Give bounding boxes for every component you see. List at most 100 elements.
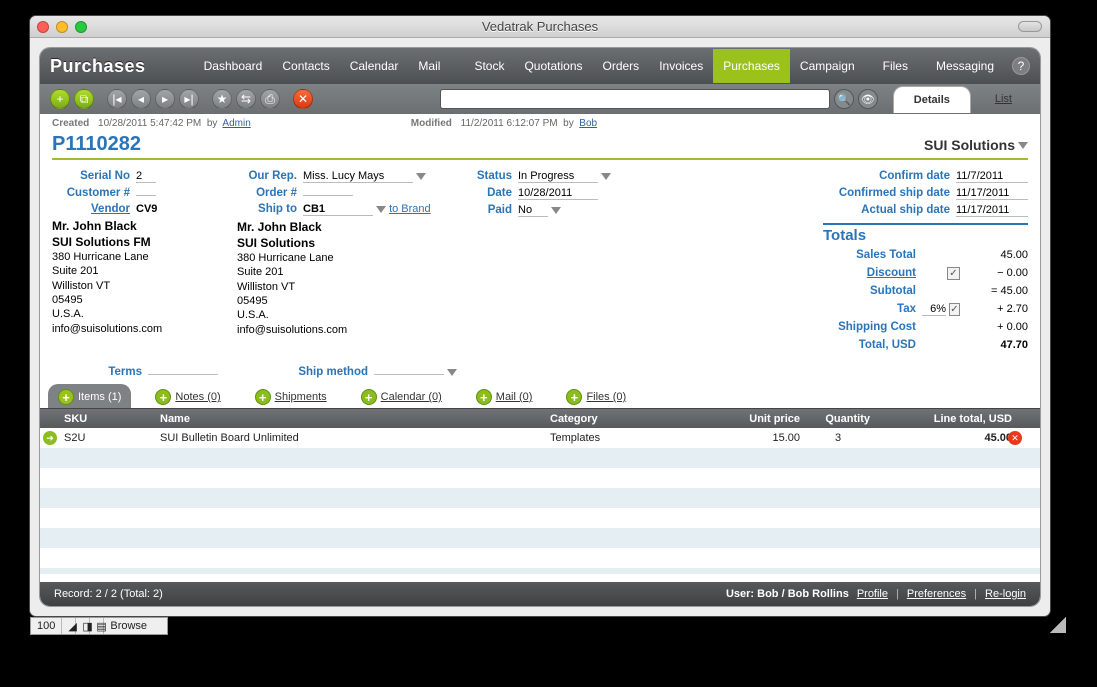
company-name[interactable]: SUI Solutions xyxy=(924,137,1028,153)
chevron-down-icon[interactable] xyxy=(447,369,457,376)
plus-icon[interactable]: + xyxy=(361,389,377,405)
confirm-date-field[interactable]: 11/7/2011 xyxy=(956,170,1028,183)
plus-icon[interactable]: + xyxy=(58,389,74,405)
customer-field[interactable] xyxy=(136,195,156,196)
first-record-button[interactable]: |◂ xyxy=(107,89,127,109)
layout-icon-3[interactable]: ▤ xyxy=(90,618,104,634)
layout-icon-2[interactable]: ◨ xyxy=(76,618,90,634)
chevron-down-icon[interactable] xyxy=(376,206,386,213)
col-category[interactable]: Category xyxy=(550,413,700,425)
rep-field[interactable]: Miss. Lucy Mays xyxy=(303,170,413,183)
delete-row-icon[interactable]: ✕ xyxy=(1008,431,1022,445)
col-name[interactable]: Name xyxy=(160,413,550,425)
order-label: Order # xyxy=(237,187,297,199)
created-value: 10/28/2011 5:47:42 PM xyxy=(98,118,201,129)
module-name: Purchases xyxy=(50,56,146,77)
tab-list[interactable]: List xyxy=(995,93,1012,105)
nav-files[interactable]: Files xyxy=(873,49,918,83)
chevron-down-icon[interactable] xyxy=(1018,142,1028,149)
to-brand-link[interactable]: to Brand xyxy=(389,203,431,215)
table-row xyxy=(40,548,1040,568)
tax-checkbox[interactable]: ✓ xyxy=(949,303,960,316)
nav-quotations[interactable]: Quotations xyxy=(514,49,592,83)
search-input[interactable] xyxy=(440,89,830,109)
last-record-button[interactable]: ▸| xyxy=(179,89,199,109)
paid-field[interactable]: No xyxy=(518,204,548,217)
vendor-link[interactable]: Vendor xyxy=(91,203,130,215)
open-row-icon[interactable]: ➔ xyxy=(43,431,57,445)
status-field[interactable]: In Progress xyxy=(518,170,598,183)
favorite-button[interactable]: ★ xyxy=(212,89,232,109)
prefs-link[interactable]: Preferences xyxy=(907,588,966,600)
subtab-shipments[interactable]: +Shipments xyxy=(245,384,337,408)
nav-campaign[interactable]: Campaign xyxy=(790,49,865,83)
subtab-mail[interactable]: +Mail (0) xyxy=(466,384,543,408)
search-icon[interactable]: 🔍 xyxy=(834,89,854,109)
discount-link[interactable]: Discount xyxy=(867,267,916,279)
items-grid: SKU Name Category Unit price Quantity Li… xyxy=(40,408,1040,574)
serial-field[interactable]: 2 xyxy=(136,170,156,183)
plus-icon[interactable]: + xyxy=(566,389,582,405)
duplicate-button[interactable]: ⧉ xyxy=(74,89,94,109)
nav-dashboard[interactable]: Dashboard xyxy=(194,49,273,83)
table-row xyxy=(40,528,1040,548)
order-field[interactable] xyxy=(303,195,353,196)
created-by-link[interactable]: Admin xyxy=(222,118,250,129)
confirmed-ship-field[interactable]: 11/17/2011 xyxy=(956,187,1028,200)
rep-label: Our Rep. xyxy=(237,170,297,182)
layout-icon-1[interactable]: ◢ xyxy=(62,618,76,634)
nav-stock[interactable]: Stock xyxy=(464,49,514,83)
new-record-button[interactable]: + xyxy=(50,89,70,109)
terms-field[interactable] xyxy=(148,374,218,375)
tax-value: + 2.70 xyxy=(966,303,1028,315)
subtab-notes[interactable]: +Notes (0) xyxy=(145,384,230,408)
plus-icon[interactable]: + xyxy=(476,389,492,405)
nav-messaging[interactable]: Messaging xyxy=(926,49,1004,83)
nav-contacts[interactable]: Contacts xyxy=(272,49,339,83)
chevron-down-icon[interactable] xyxy=(551,207,561,214)
help-icon[interactable]: ? xyxy=(1012,57,1030,75)
print-button[interactable]: ⎙ xyxy=(260,89,280,109)
col-line-total[interactable]: Line total, USD xyxy=(870,413,1040,425)
discount-value: − 0.00 xyxy=(966,267,1028,279)
col-unit-price[interactable]: Unit price xyxy=(700,413,800,425)
delete-button[interactable]: ✕ xyxy=(293,89,313,109)
prev-record-button[interactable]: ◂ xyxy=(131,89,151,109)
mode-label[interactable]: Browse xyxy=(104,618,167,634)
vendor-field[interactable]: CV9 xyxy=(136,203,157,215)
col-sku[interactable]: SKU xyxy=(60,413,160,425)
col-quantity[interactable]: Quantity xyxy=(800,413,870,425)
discount-checkbox[interactable]: ✓ xyxy=(947,267,960,280)
profile-link[interactable]: Profile xyxy=(857,588,888,600)
subtab-calendar[interactable]: +Calendar (0) xyxy=(351,384,452,408)
nav-orders[interactable]: Orders xyxy=(593,49,650,83)
pill-icon[interactable] xyxy=(1018,21,1042,32)
subtab-files[interactable]: +Files (0) xyxy=(556,384,636,408)
paid-label: Paid xyxy=(462,204,512,216)
plus-icon[interactable]: + xyxy=(155,389,171,405)
shipmethod-field[interactable] xyxy=(374,374,444,375)
view-icon[interactable]: 👁 xyxy=(858,89,878,109)
nav-calendar[interactable]: Calendar xyxy=(340,49,409,83)
nav-purchases[interactable]: Purchases xyxy=(713,49,790,83)
os-statusbar: 100 ◢ ◨ ▤ Browse xyxy=(30,617,168,635)
tab-details[interactable]: Details xyxy=(893,86,971,113)
resize-handle-icon[interactable] xyxy=(1050,617,1066,633)
tax-pct-field[interactable]: 6% xyxy=(922,303,946,316)
next-record-button[interactable]: ▸ xyxy=(155,89,175,109)
subtab-items[interactable]: +Items (1) xyxy=(48,384,131,408)
actual-ship-field[interactable]: 11/17/2011 xyxy=(956,204,1028,217)
zoom-field[interactable]: 100 xyxy=(31,618,62,634)
nav-mail[interactable]: Mail xyxy=(408,49,450,83)
sales-total: 45.00 xyxy=(966,249,1028,261)
nav-invoices[interactable]: Invoices xyxy=(649,49,713,83)
plus-icon[interactable]: + xyxy=(255,389,271,405)
chevron-down-icon[interactable] xyxy=(601,173,611,180)
table-row[interactable]: ➔ S2U SUI Bulletin Board Unlimited Templ… xyxy=(40,428,1040,448)
chevron-down-icon[interactable] xyxy=(416,173,426,180)
modified-by-link[interactable]: Bob xyxy=(579,118,597,129)
date-field[interactable]: 10/28/2011 xyxy=(518,187,598,200)
relogin-link[interactable]: Re-login xyxy=(985,588,1026,600)
shipto-field[interactable]: CB1 xyxy=(303,203,373,216)
link-button[interactable]: ⇆ xyxy=(236,89,256,109)
